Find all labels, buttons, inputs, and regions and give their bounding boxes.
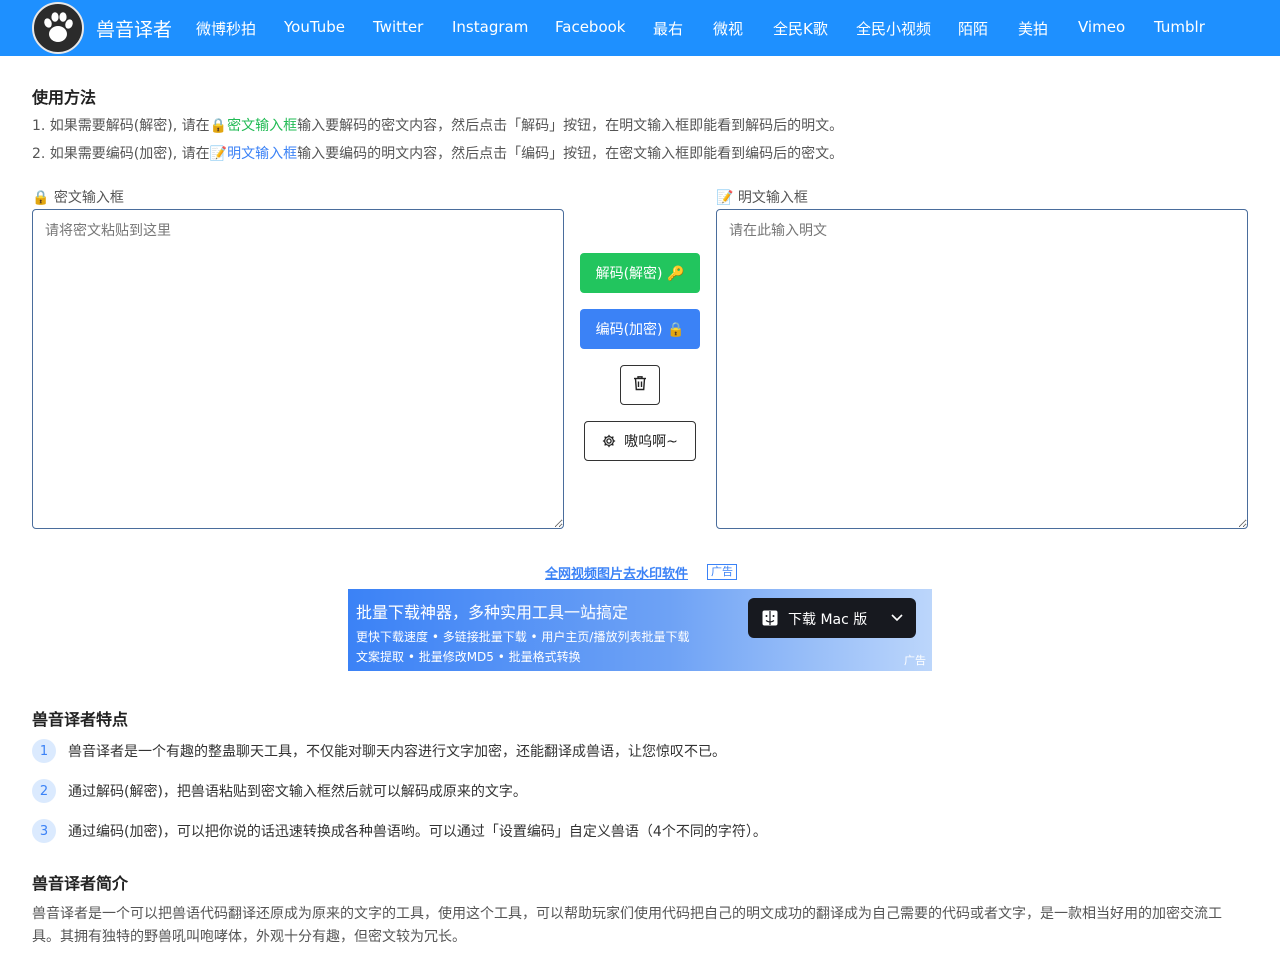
feature-number: 1 bbox=[32, 739, 56, 763]
paw-logo-icon[interactable] bbox=[32, 2, 84, 54]
nav-item-youtube[interactable]: YouTube bbox=[284, 18, 345, 36]
nav-item-zuiyou[interactable]: 最右 bbox=[653, 18, 683, 39]
cipher-label: 🔒 密文输入框 bbox=[32, 190, 124, 206]
clear-button[interactable] bbox=[620, 365, 660, 405]
usage-line-1-prefix: 1. 如果需要解码(解密), 请在 bbox=[32, 118, 210, 134]
nav-item-xiaoshipin[interactable]: 全民小视频 bbox=[856, 18, 931, 39]
decode-button[interactable]: 解码(解密) 🔑 bbox=[580, 253, 700, 293]
feature-item: 3 通过编码(加密)，可以把你说的话迅速转换成各种兽语哟。可以通过「设置编码」自… bbox=[32, 819, 767, 843]
feature-number: 2 bbox=[32, 779, 56, 803]
nav-item-vimeo[interactable]: Vimeo bbox=[1078, 18, 1125, 36]
features-title: 兽音译者特点 bbox=[32, 710, 129, 729]
usage-line-2: 2. 如果需要编码(加密), 请在📝明文输入框输入要编码的明文内容，然后点击「编… bbox=[32, 143, 843, 163]
banner-features-2: 文案提取 • 批量修改MD5 • 批量格式转换 bbox=[356, 650, 581, 664]
chevron-down-icon[interactable] bbox=[890, 610, 904, 628]
usage-line-2-prefix: 2. 如果需要编码(加密), 请在 bbox=[32, 146, 210, 162]
banner-title: 批量下载神器，多种实用工具一站搞定 bbox=[356, 603, 629, 622]
nav-item-facebook[interactable]: Facebook bbox=[555, 18, 625, 36]
settings-label: 嗷呜啊~ bbox=[624, 434, 678, 450]
feature-item: 1 兽音译者是一个有趣的整蛊聊天工具，不仅能对聊天内容进行文字加密，还能翻译成兽… bbox=[32, 739, 726, 763]
plain-box-link[interactable]: 📝明文输入框 bbox=[210, 146, 297, 162]
nav-item-tumblr[interactable]: Tumblr bbox=[1154, 18, 1205, 36]
nav-item-weishi[interactable]: 微视 bbox=[713, 18, 743, 39]
cipher-textarea[interactable] bbox=[32, 209, 564, 529]
plain-label: 📝 明文输入框 bbox=[716, 190, 808, 206]
banner-features-1: 更快下载速度 • 多链接批量下载 • 用户主页/播放列表批量下载 bbox=[356, 630, 690, 644]
usage-line-1-suffix: 输入要解码的密文内容，然后点击「解码」按钮，在明文输入框即能看到解码后的明文。 bbox=[297, 118, 844, 134]
usage-title: 使用方法 bbox=[32, 88, 97, 107]
ad-tag: 广告 bbox=[707, 564, 737, 580]
download-mac-button[interactable]: 下载 Mac 版 bbox=[748, 598, 916, 638]
feature-number: 3 bbox=[32, 819, 56, 843]
nav-item-kge[interactable]: 全民K歌 bbox=[773, 18, 828, 39]
ad-link[interactable]: 全网视频图片去水印软件 bbox=[545, 563, 688, 582]
trash-icon bbox=[633, 375, 647, 395]
brand-title[interactable]: 兽音译者 bbox=[96, 15, 172, 42]
cipher-box-link[interactable]: 🔒密文输入框 bbox=[210, 118, 297, 134]
feature-text: 通过解码(解密)，把兽语粘贴到密文输入框然后就可以解码成原来的文字。 bbox=[68, 784, 527, 800]
ad-banner[interactable]: 批量下载神器，多种实用工具一站搞定 更快下载速度 • 多链接批量下载 • 用户主… bbox=[348, 589, 932, 671]
intro-title: 兽音译者简介 bbox=[32, 874, 129, 893]
nav-item-meipai[interactable]: 美拍 bbox=[1018, 18, 1048, 39]
nav-item-twitter[interactable]: Twitter bbox=[373, 18, 423, 36]
usage-line-1: 1. 如果需要解码(解密), 请在🔒密文输入框输入要解码的密文内容，然后点击「解… bbox=[32, 115, 843, 135]
top-navbar: 兽音译者 微博秒拍 YouTube Twitter Instagram Face… bbox=[0, 0, 1280, 56]
finder-icon bbox=[762, 610, 778, 630]
banner-ad-tag: 广告 bbox=[904, 654, 926, 667]
nav-item-instagram[interactable]: Instagram bbox=[452, 18, 528, 36]
feature-item: 2 通过解码(解密)，把兽语粘贴到密文输入框然后就可以解码成原来的文字。 bbox=[32, 779, 527, 803]
download-label: 下载 Mac 版 bbox=[788, 612, 868, 628]
feature-text: 兽音译者是一个有趣的整蛊聊天工具，不仅能对聊天内容进行文字加密，还能翻译成兽语，… bbox=[68, 744, 726, 760]
gear-icon bbox=[602, 434, 616, 448]
nav-item-momo[interactable]: 陌陌 bbox=[958, 18, 988, 39]
intro-text: 兽音译者是一个可以把兽语代码翻译还原成为原来的文字的工具，使用这个工具，可以帮助… bbox=[32, 906, 1222, 945]
usage-line-2-suffix: 输入要编码的明文内容，然后点击「编码」按钮，在密文输入框即能看到编码后的密文。 bbox=[297, 146, 844, 162]
nav-item-weibo[interactable]: 微博秒拍 bbox=[196, 18, 256, 39]
settings-button[interactable]: 嗷呜啊~ bbox=[584, 421, 696, 461]
plain-textarea[interactable] bbox=[716, 209, 1248, 529]
feature-text: 通过编码(加密)，可以把你说的话迅速转换成各种兽语哟。可以通过「设置编码」自定义… bbox=[68, 824, 767, 840]
encode-button[interactable]: 编码(加密) 🔒 bbox=[580, 309, 700, 349]
